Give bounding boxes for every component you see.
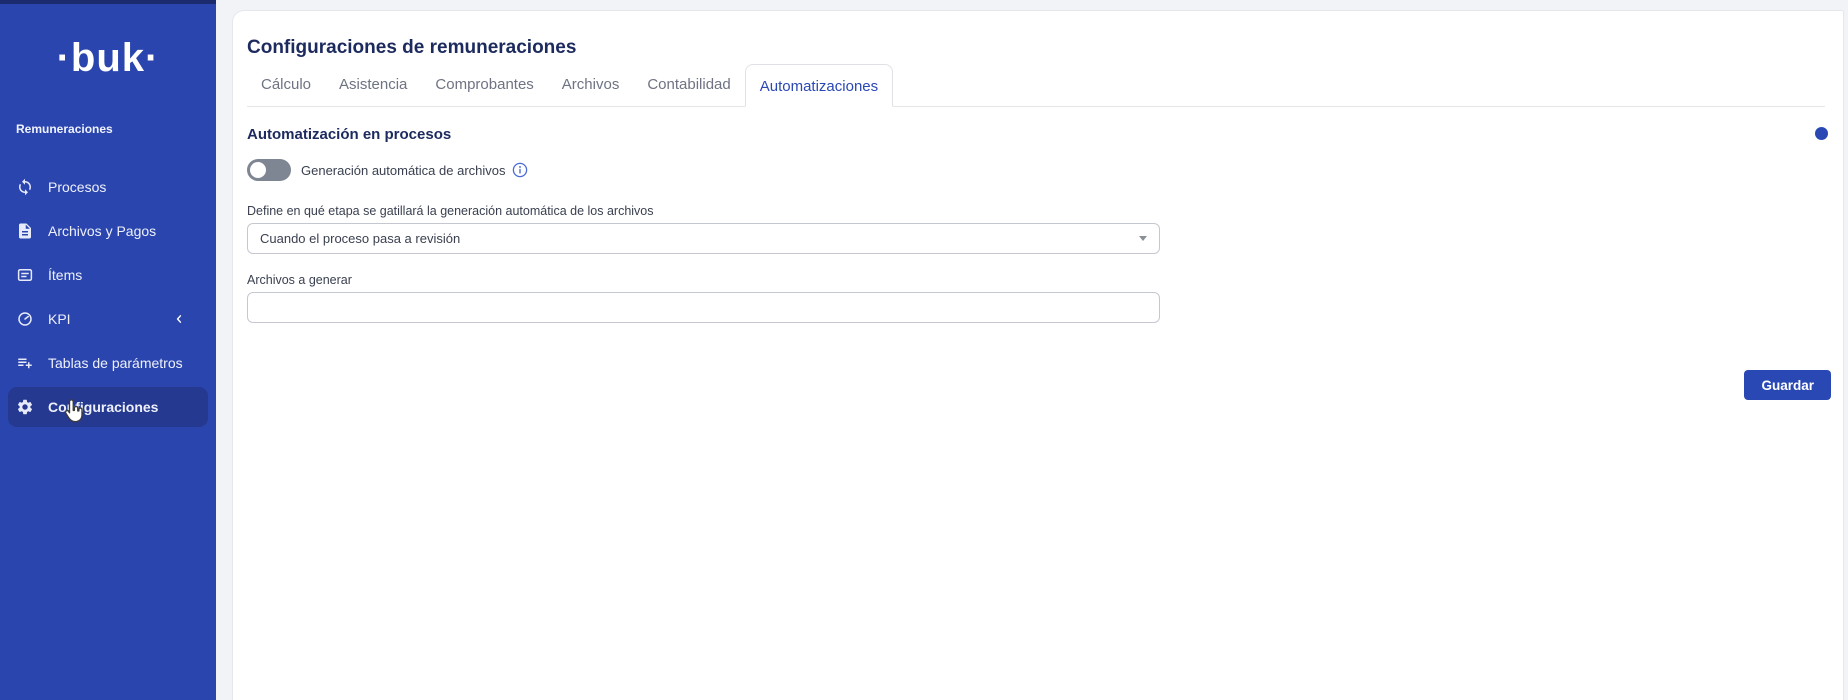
sidebar-item-label: Tablas de parámetros — [48, 355, 183, 371]
sync-icon — [16, 178, 34, 196]
save-button[interactable]: Guardar — [1744, 370, 1831, 400]
sidebar-item-items[interactable]: Ítems — [8, 255, 208, 295]
files-to-generate-input[interactable] — [247, 292, 1160, 323]
sidebar-item-label: Procesos — [48, 179, 106, 195]
sidebar-item-archivos-y-pagos[interactable]: Archivos y Pagos — [8, 211, 208, 251]
toggle-knob — [250, 162, 266, 178]
sidebar-item-procesos[interactable]: Procesos — [8, 167, 208, 207]
sidebar-item-kpi[interactable]: KPI — [8, 299, 208, 339]
auto-generation-toggle-row: Generación automática de archivos — [247, 159, 1843, 181]
automations-panel: Automatización en procesos Generación au… — [247, 125, 1843, 400]
page-title: Configuraciones de remuneraciones — [247, 35, 1843, 61]
notification-dot[interactable] — [1815, 127, 1828, 140]
tab-calculo[interactable]: Cálculo — [247, 63, 325, 106]
content-card: Configuraciones de remuneraciones Cálcul… — [232, 10, 1844, 700]
gauge-icon — [16, 310, 34, 328]
tab-asistencia[interactable]: Asistencia — [325, 63, 421, 106]
actions-row: Guardar — [247, 370, 1831, 400]
toggle-label: Generación automática de archivos — [301, 163, 506, 178]
buk-logo: ·buk· — [0, 36, 216, 80]
tab-archivos[interactable]: Archivos — [548, 63, 634, 106]
sidebar: ·buk· Remuneraciones Procesos Archivos y… — [0, 0, 216, 700]
document-icon — [16, 222, 34, 240]
sidebar-item-tablas-de-parametros[interactable]: Tablas de parámetros — [8, 343, 208, 383]
gear-icon — [16, 398, 34, 416]
tab-comprobantes[interactable]: Comprobantes — [421, 63, 547, 106]
sidebar-top-strip — [0, 0, 216, 4]
sidebar-item-label: Ítems — [48, 267, 82, 283]
sidebar-item-label: Archivos y Pagos — [48, 223, 156, 239]
sidebar-item-label: Configuraciones — [48, 399, 158, 415]
info-icon[interactable] — [512, 162, 528, 178]
sidebar-section-label: Remuneraciones — [16, 122, 216, 136]
files-field: Archivos a generar — [247, 273, 1843, 323]
chevron-down-icon — [1139, 236, 1147, 241]
playlist-add-icon — [16, 354, 34, 372]
tab-contabilidad[interactable]: Contabilidad — [633, 63, 744, 106]
tab-automatizaciones[interactable]: Automatizaciones — [745, 64, 893, 107]
sidebar-nav: Procesos Archivos y Pagos Ítems KPI — [0, 167, 216, 427]
sidebar-item-label: KPI — [48, 311, 71, 327]
sidebar-item-configuraciones[interactable]: Configuraciones — [8, 387, 208, 427]
card-list-icon — [16, 266, 34, 284]
files-field-label: Archivos a generar — [247, 273, 1843, 288]
stage-field: Define en qué etapa se gatillará la gene… — [247, 204, 1843, 254]
section-title: Automatización en procesos — [247, 125, 1843, 145]
stage-select[interactable]: Cuando el proceso pasa a revisión — [247, 223, 1160, 254]
stage-select-value: Cuando el proceso pasa a revisión — [260, 231, 460, 246]
stage-field-label: Define en qué etapa se gatillará la gene… — [247, 204, 1843, 219]
tab-bar: Cálculo Asistencia Comprobantes Archivos… — [247, 63, 1825, 107]
auto-generation-toggle[interactable] — [247, 159, 291, 181]
chevron-left-icon[interactable] — [172, 312, 186, 326]
